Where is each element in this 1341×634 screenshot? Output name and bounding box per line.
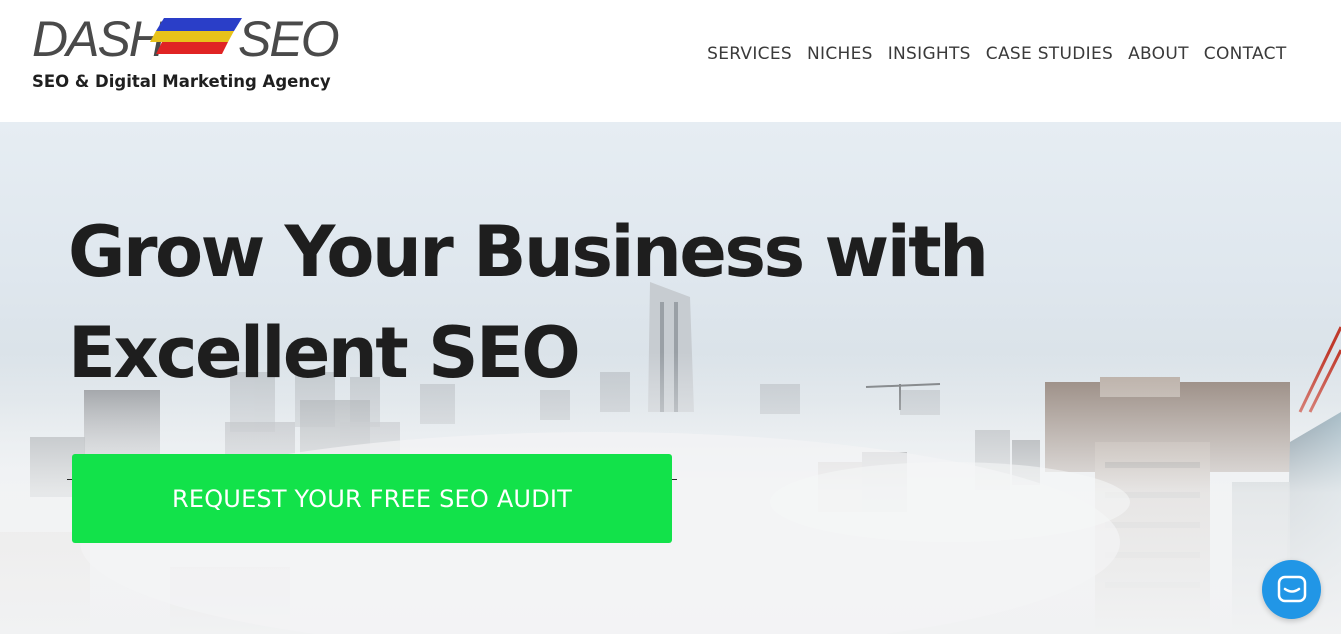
- nav-contact[interactable]: CONTACT: [1196, 42, 1294, 66]
- request-audit-button[interactable]: REQUEST YOUR FREE SEO AUDIT: [72, 454, 672, 543]
- logo-word-dash: DASH: [32, 11, 165, 67]
- hero-headline-line2: Excellent SEO: [68, 312, 581, 394]
- logo-word-seo: SEO: [238, 11, 340, 67]
- main-nav: SERVICES NICHES INSIGHTS CASE STUDIES AB…: [700, 42, 1294, 66]
- nav-about[interactable]: ABOUT: [1121, 42, 1197, 66]
- nav-insights[interactable]: INSIGHTS: [880, 42, 978, 66]
- chat-bubble-icon: [1277, 575, 1306, 602]
- request-audit-label: REQUEST YOUR FREE SEO AUDIT: [171, 484, 573, 513]
- logo[interactable]: DASH SEO SEO & Digital Marketing Agency: [32, 11, 340, 102]
- nav-case-studies[interactable]: CASE STUDIES: [978, 42, 1120, 66]
- hero-section: Grow Your Business with Excellent SEO RE…: [0, 122, 1341, 634]
- hero-headline: Grow Your Business with Excellent SEO: [68, 202, 1068, 404]
- logo-flag-icon: [150, 18, 242, 54]
- nav-niches[interactable]: NICHES: [799, 42, 880, 66]
- tagline: SEO & Digital Marketing Agency: [32, 72, 331, 91]
- site-header: DASH SEO SEO & Digital Marketing Agency …: [0, 0, 1341, 122]
- hero-headline-line1: Grow Your Business with: [68, 211, 989, 293]
- chat-launcher-button[interactable]: [1262, 560, 1321, 619]
- nav-services[interactable]: SERVICES: [700, 42, 800, 66]
